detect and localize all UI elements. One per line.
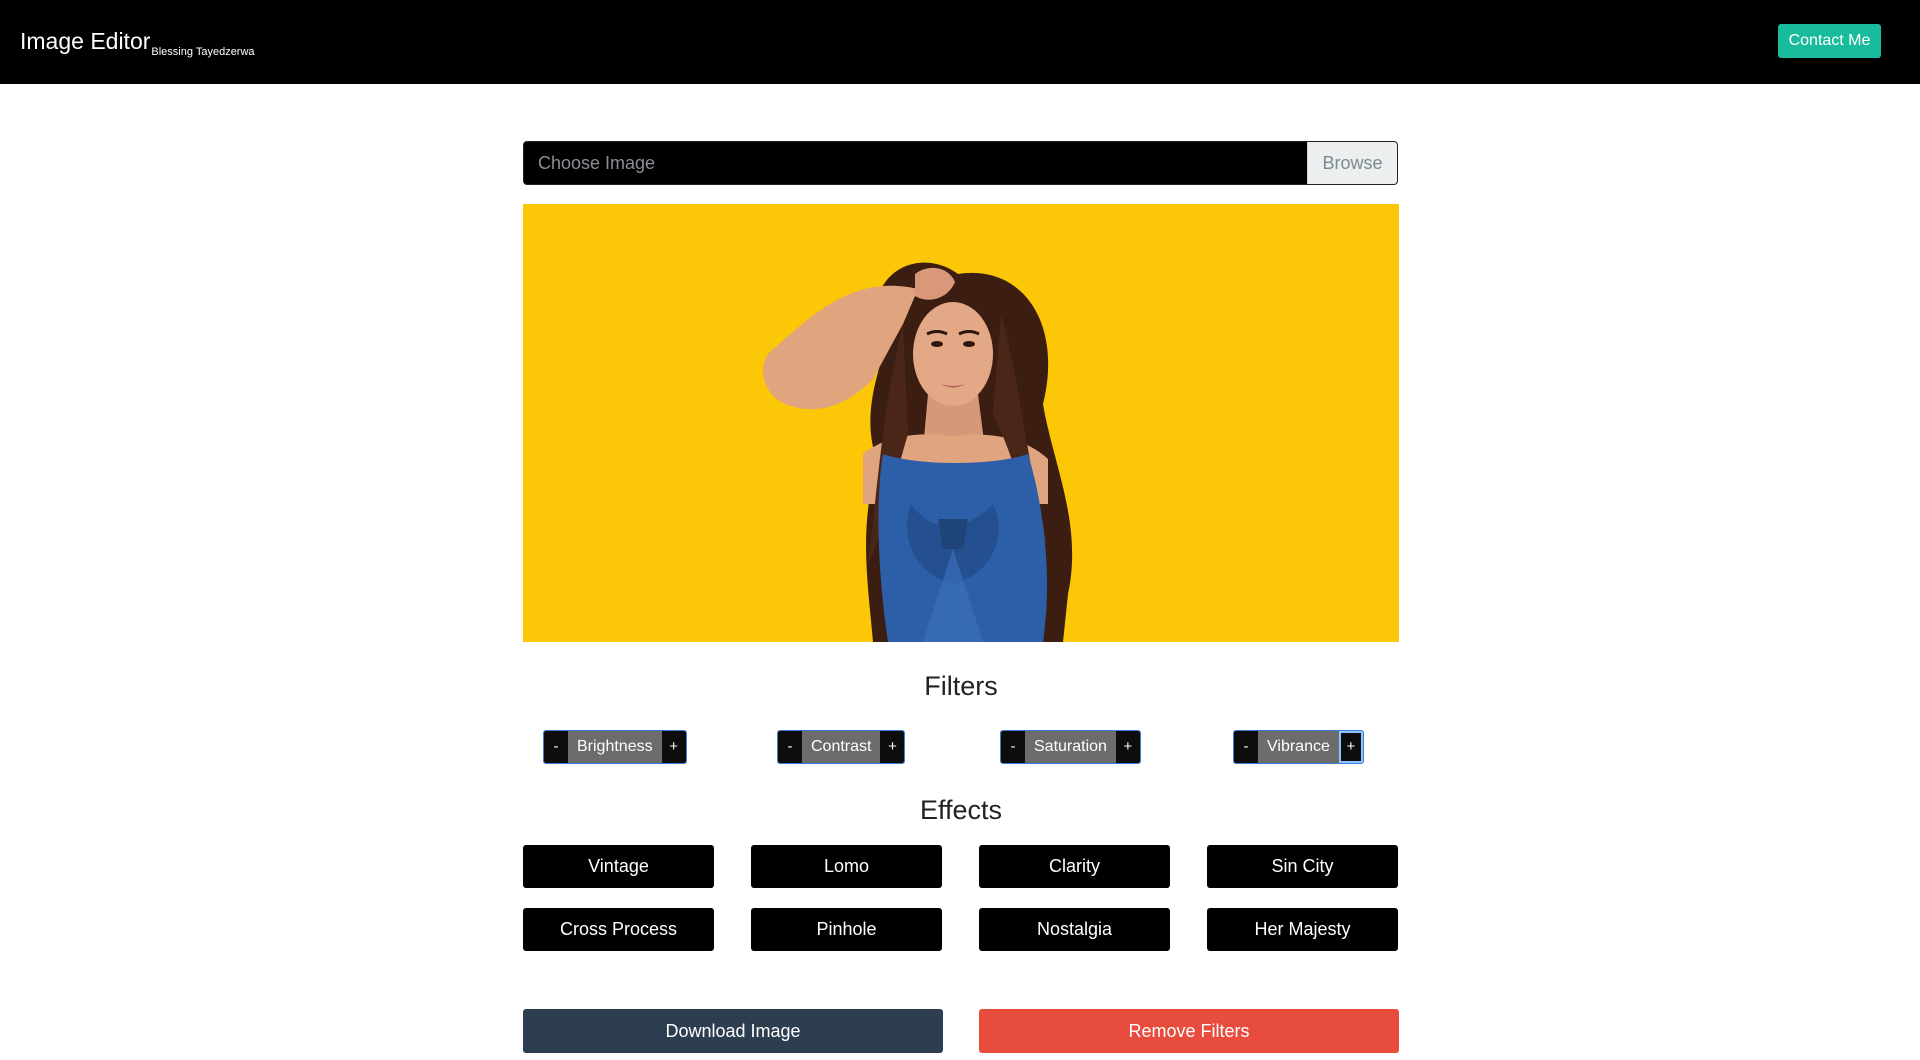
filters-heading: Filters (924, 671, 998, 701)
effect-sin-city-button[interactable]: Sin City (1207, 845, 1398, 888)
effect-lomo-button[interactable]: Lomo (751, 845, 942, 888)
effects-heading: Effects (919, 795, 1003, 825)
browse-button[interactable]: Browse (1307, 142, 1397, 184)
brightness-decrease-button[interactable]: - (544, 731, 568, 763)
brightness-filter: - Brightness + (543, 730, 687, 764)
brightness-increase-button[interactable]: + (661, 731, 686, 763)
brand-subtitle: Blessing Tayedzerwa (151, 46, 255, 58)
effect-vintage-button[interactable]: Vintage (523, 845, 714, 888)
contact-button[interactable]: Contact Me (1778, 24, 1881, 58)
image-canvas (523, 204, 1399, 642)
effect-her-majesty-button[interactable]: Her Majesty (1207, 908, 1398, 951)
remove-filters-button[interactable]: Remove Filters (979, 1009, 1399, 1053)
file-input[interactable]: Choose Image Browse (523, 141, 1398, 185)
contrast-increase-button[interactable]: + (880, 731, 905, 763)
brightness-label: Brightness (568, 731, 662, 763)
contrast-filter: - Contrast + (777, 730, 906, 764)
saturation-increase-button[interactable]: + (1115, 731, 1140, 763)
vibrance-filter: - Vibrance + (1233, 730, 1364, 764)
effect-pinhole-button[interactable]: Pinhole (751, 908, 942, 951)
navbar: Image EditorBlessing Tayedzerwa Contact … (0, 0, 1920, 84)
vibrance-increase-button[interactable]: + (1338, 731, 1363, 763)
effect-cross-process-button[interactable]: Cross Process (523, 908, 714, 951)
contrast-decrease-button[interactable]: - (778, 731, 802, 763)
effect-clarity-button[interactable]: Clarity (979, 845, 1170, 888)
brand-title: Image Editor (20, 28, 151, 54)
saturation-label: Saturation (1025, 731, 1116, 763)
contrast-label: Contrast (802, 731, 881, 763)
portrait-image (523, 204, 1399, 642)
file-input-label[interactable]: Choose Image (524, 142, 1307, 184)
vibrance-decrease-button[interactable]: - (1234, 731, 1258, 763)
effect-nostalgia-button[interactable]: Nostalgia (979, 908, 1170, 951)
brand[interactable]: Image EditorBlessing Tayedzerwa (20, 26, 255, 61)
saturation-decrease-button[interactable]: - (1001, 731, 1025, 763)
vibrance-label: Vibrance (1258, 731, 1339, 763)
download-image-button[interactable]: Download Image (523, 1009, 943, 1053)
saturation-filter: - Saturation + (1000, 730, 1141, 764)
